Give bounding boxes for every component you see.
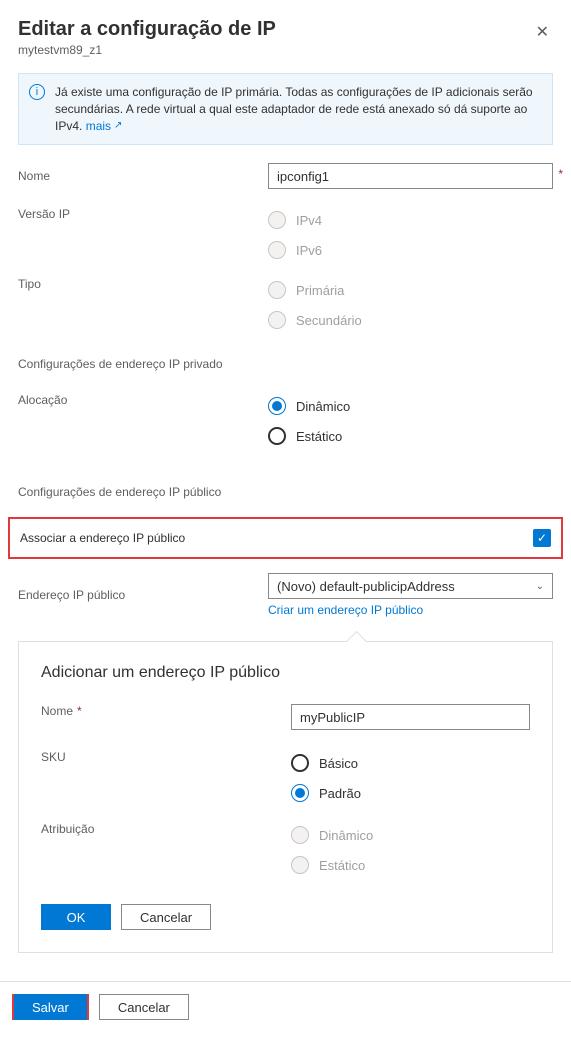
- callout-cancel-button[interactable]: Cancelar: [121, 904, 211, 930]
- radio-icon: [268, 427, 286, 445]
- info-more-link[interactable]: mais ↗: [86, 118, 123, 135]
- associate-label: Associar a endereço IP público: [20, 531, 185, 545]
- public-address-value: (Novo) default-publicipAddress: [277, 579, 455, 594]
- panel-title: Editar a configuração de IP: [18, 18, 276, 41]
- create-public-ip-link[interactable]: Criar um endereço IP público: [268, 603, 423, 617]
- private-ip-section: Configurações de endereço IP privado: [18, 357, 553, 371]
- associate-highlight: Associar a endereço IP público ✓: [8, 517, 563, 559]
- ipv6-label: IPv6: [296, 243, 322, 258]
- radio-icon: [291, 754, 309, 772]
- allocation-static-label: Estático: [296, 429, 342, 444]
- type-secondary-option: Secundário: [268, 311, 553, 329]
- ipv6-option: IPv6: [268, 241, 553, 259]
- type-label: Tipo: [18, 277, 268, 291]
- radio-icon: [268, 281, 286, 299]
- ipv4-option: IPv4: [268, 211, 553, 229]
- check-icon: ✓: [537, 531, 547, 545]
- external-link-icon: ↗: [114, 119, 122, 133]
- footer-cancel-button[interactable]: Cancelar: [99, 994, 189, 1020]
- save-button[interactable]: Salvar: [12, 994, 89, 1020]
- callout-name-label: Nome*: [41, 704, 291, 718]
- radio-icon: [291, 784, 309, 802]
- info-banner: i Já existe uma configuração de IP primá…: [18, 73, 553, 145]
- radio-icon: [268, 211, 286, 229]
- info-text: Já existe uma configuração de IP primári…: [55, 85, 533, 133]
- radio-icon: [291, 856, 309, 874]
- radio-icon: [268, 397, 286, 415]
- callout-name-input[interactable]: [291, 704, 530, 730]
- public-address-label: Endereço IP público: [18, 588, 268, 602]
- type-secondary-label: Secundário: [296, 313, 362, 328]
- allocation-dynamic-option[interactable]: Dinâmico: [268, 397, 553, 415]
- ip-version-label: Versão IP: [18, 207, 268, 221]
- name-label: Nome: [18, 169, 268, 183]
- close-button[interactable]: ✕: [532, 18, 553, 46]
- allocation-static-option[interactable]: Estático: [268, 427, 553, 445]
- assignment-dynamic-option: Dinâmico: [291, 826, 530, 844]
- assignment-static-label: Estático: [319, 858, 365, 873]
- sku-basic-option[interactable]: Básico: [291, 754, 530, 772]
- chevron-down-icon: ⌄: [536, 581, 544, 592]
- sku-label: SKU: [41, 750, 291, 764]
- associate-checkbox[interactable]: ✓: [533, 529, 551, 547]
- panel-subtitle: mytestvm89_z1: [18, 43, 276, 57]
- allocation-label: Alocação: [18, 393, 268, 407]
- sku-standard-label: Padrão: [319, 786, 361, 801]
- callout-ok-button[interactable]: OK: [41, 904, 111, 930]
- public-address-select[interactable]: (Novo) default-publicipAddress ⌄: [268, 573, 553, 599]
- close-icon: ✕: [536, 24, 549, 41]
- type-primary-option: Primária: [268, 281, 553, 299]
- sku-basic-label: Básico: [319, 756, 358, 771]
- type-primary-label: Primária: [296, 283, 344, 298]
- assignment-dynamic-label: Dinâmico: [319, 828, 373, 843]
- public-ip-section: Configurações de endereço IP público: [18, 485, 553, 499]
- radio-icon: [291, 826, 309, 844]
- required-indicator: *: [558, 167, 563, 181]
- sku-standard-option[interactable]: Padrão: [291, 784, 530, 802]
- name-input[interactable]: [268, 163, 553, 189]
- radio-icon: [268, 311, 286, 329]
- ipv4-label: IPv4: [296, 213, 322, 228]
- assignment-static-option: Estático: [291, 856, 530, 874]
- add-public-ip-callout: Adicionar um endereço IP público Nome* S…: [18, 641, 553, 953]
- allocation-dynamic-label: Dinâmico: [296, 399, 350, 414]
- assignment-label: Atribuição: [41, 822, 291, 836]
- panel-footer: Salvar Cancelar: [0, 981, 571, 1038]
- required-indicator: *: [77, 704, 82, 718]
- callout-title: Adicionar um endereço IP público: [41, 664, 530, 682]
- info-icon: i: [29, 84, 45, 100]
- radio-icon: [268, 241, 286, 259]
